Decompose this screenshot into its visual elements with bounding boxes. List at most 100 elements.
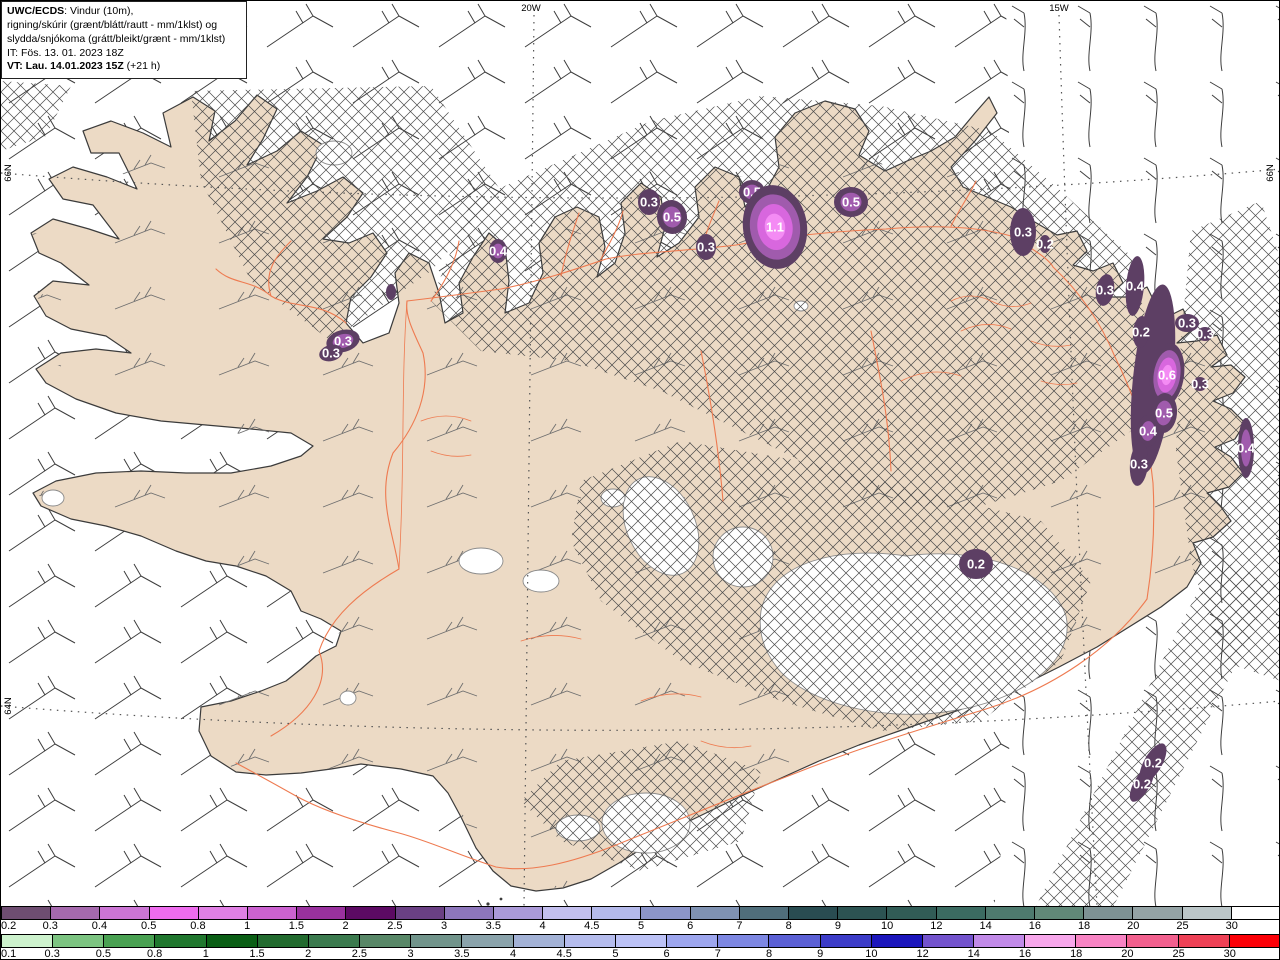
rain-scale-tick-label: 1.5 <box>249 948 265 960</box>
rain-scale-cell <box>871 935 923 947</box>
snow-scale-cell <box>739 907 789 919</box>
rain-scale-cell <box>973 935 1026 947</box>
snow-scale-tick-label: 8 <box>785 920 792 932</box>
snow-scale-cell <box>100 907 150 919</box>
precip-value-label: 0.2 <box>967 557 985 572</box>
snow-scale-cell <box>936 907 986 919</box>
precip-value-label: 0.5 <box>663 210 681 225</box>
snow-scale-cell <box>1 907 52 919</box>
precip-value-label: 0.2 <box>1132 325 1150 340</box>
model-info-box: UWC/ECDS: Vindur (10m), rigning/skúrir (… <box>1 1 247 80</box>
precip-value-label: 0.2 <box>1036 237 1054 252</box>
rain-scale-tick-label: 3.5 <box>454 948 470 960</box>
rain-scale-cell <box>1229 935 1279 947</box>
snow-scale-tick-label: 0.5 <box>141 920 157 932</box>
snow-scale-tick-label: 3 <box>441 920 448 932</box>
rain-scale-tick-label: 8 <box>765 948 773 960</box>
latitude-label: 66N <box>1265 164 1276 182</box>
snow-scale-tick-label: 25 <box>1176 920 1189 932</box>
precip-value-label: 0.4 <box>1237 441 1256 456</box>
rain-scale-tick-label: 2.5 <box>351 948 368 960</box>
rain-scale-tick-label: 7 <box>714 948 721 960</box>
precip-value-label: 1.1 <box>766 220 784 235</box>
precip-value-label: 0.3 <box>640 195 658 210</box>
rain-scale-cell <box>1076 935 1128 947</box>
rain-scale-cell <box>615 935 668 947</box>
rain-scale-cell <box>257 935 309 947</box>
rain-scale-labels: 0.1 0.3 0.5 0.8 1 1.5 2 2.5 3 3.5 4 4.5 5 6 7 8 9 10 12 14 1… <box>1 948 1279 960</box>
snow-scale-tick-label: 9 <box>834 920 841 932</box>
rain-scale-tick-label: 4.5 <box>556 948 572 960</box>
snow-scale-cell <box>493 907 544 919</box>
precip-value-label: 0.4 <box>489 244 508 259</box>
rain-scale-tick-label: 16 <box>1018 948 1032 960</box>
snow-scale-tick-label: 6 <box>687 920 694 932</box>
precip-spot <box>386 284 396 300</box>
info-line-rain: rigning/skúrir (grænt/blátt/rautt - mm/1… <box>7 18 218 31</box>
snow-scale-tick-label: 0.8 <box>190 920 206 932</box>
snow-scale-cell <box>1084 907 1134 919</box>
snow-scale-tick-label: 5 <box>637 920 645 932</box>
snow-scale-cell <box>1133 907 1183 919</box>
snow-scale-cell <box>641 907 691 919</box>
snow-scale-cell <box>444 907 494 919</box>
iceland-precip-wind-map: 0.3 0.5 0.3 0.5 1.1 0.5 0.4 0.3 0.3 0.3 0.2 0.3 0.4 0… <box>1 1 1279 959</box>
snow-scale-cell <box>51 907 101 919</box>
longitude-label: 20W <box>521 3 541 14</box>
snow-scale-tick-label: 1 <box>244 920 251 932</box>
snow-scale-tick-label: 0.4 <box>91 920 108 932</box>
latitude-label: 66N <box>3 164 14 182</box>
rain-scale-cell <box>462 935 514 947</box>
snow-scale-tick-label: 16 <box>1028 920 1041 932</box>
snow-scale-cell <box>887 907 937 919</box>
weather-map-screenshot: 0.3 0.5 0.3 0.5 1.1 0.5 0.4 0.3 0.3 0.3 0.2 0.3 0.4 0… <box>0 0 1280 960</box>
rain-scale-cell <box>206 935 258 947</box>
rain-scale-tick-label: 12 <box>916 948 929 960</box>
snow-scale-tick-label: 2.5 <box>387 920 403 932</box>
snow-scale-tick-label: 4 <box>539 920 546 932</box>
snow-scale-tick-label: 20 <box>1127 920 1140 932</box>
snow-scale-cell <box>1182 907 1232 919</box>
rain-scale-tick-label: 30 <box>1223 948 1236 960</box>
rain-scale-cell <box>53 935 105 947</box>
longitude-label: 15W <box>1049 3 1069 14</box>
rain-scale-cell <box>513 935 565 947</box>
precip-value-label: 0.3 <box>697 240 715 255</box>
rain-scale-cell <box>1127 935 1179 947</box>
rain-scale-tick-label: 0.5 <box>95 948 112 960</box>
snow-scale-cell <box>838 907 888 919</box>
snow-scale-cell <box>1231 907 1279 919</box>
snow-scale-tick-label: 14 <box>979 920 992 932</box>
info-line-snow: slydda/snjókoma (grátt/bleikt/grænt - mm… <box>7 32 226 45</box>
info-line-valid-time: VT: Lau. 14.01.2023 15Z (+21 h) <box>7 60 161 73</box>
rain-scale-cell <box>564 935 616 947</box>
rain-scale-tick-label: 4 <box>509 948 517 960</box>
snow-scale-cell <box>690 907 740 919</box>
rain-scale-cell <box>104 935 156 947</box>
rain-scale-cell <box>1 935 54 947</box>
rain-scale-cell <box>1178 935 1230 947</box>
precip-value-label: 0.3 <box>1178 316 1196 331</box>
snow-scale-cell <box>1034 907 1085 919</box>
precip-value-label: 0.3 <box>1096 283 1114 298</box>
snow-scale-cell <box>985 907 1035 919</box>
rain-scale-cell <box>155 935 207 947</box>
rain-scale-tick-label: 0.8 <box>146 948 163 960</box>
rain-scale-tick-label: 20 <box>1121 948 1134 960</box>
snow-scale-cell <box>543 907 593 919</box>
rain-scale-tick-label: 0.3 <box>44 948 60 960</box>
snow-scale-cell <box>789 907 839 919</box>
precip-value-label: 0.3 <box>1130 457 1148 472</box>
rain-scale-cell <box>820 935 872 947</box>
precip-value-label: 0.3 <box>322 346 340 361</box>
snow-scale-cell <box>592 907 642 919</box>
precip-value-label: 0.4 <box>1126 279 1145 294</box>
rain-scale-cell <box>922 935 974 947</box>
rain-scale-cell <box>718 935 770 947</box>
rain-scale-cell <box>360 935 412 947</box>
snow-scale-tick-label: 0.3 <box>42 920 58 932</box>
snow-scale-cell <box>346 907 396 919</box>
rain-scale-cell <box>308 935 361 947</box>
rain-scale-tick-label: 18 <box>1070 948 1083 960</box>
snow-scale-cell <box>297 907 347 919</box>
